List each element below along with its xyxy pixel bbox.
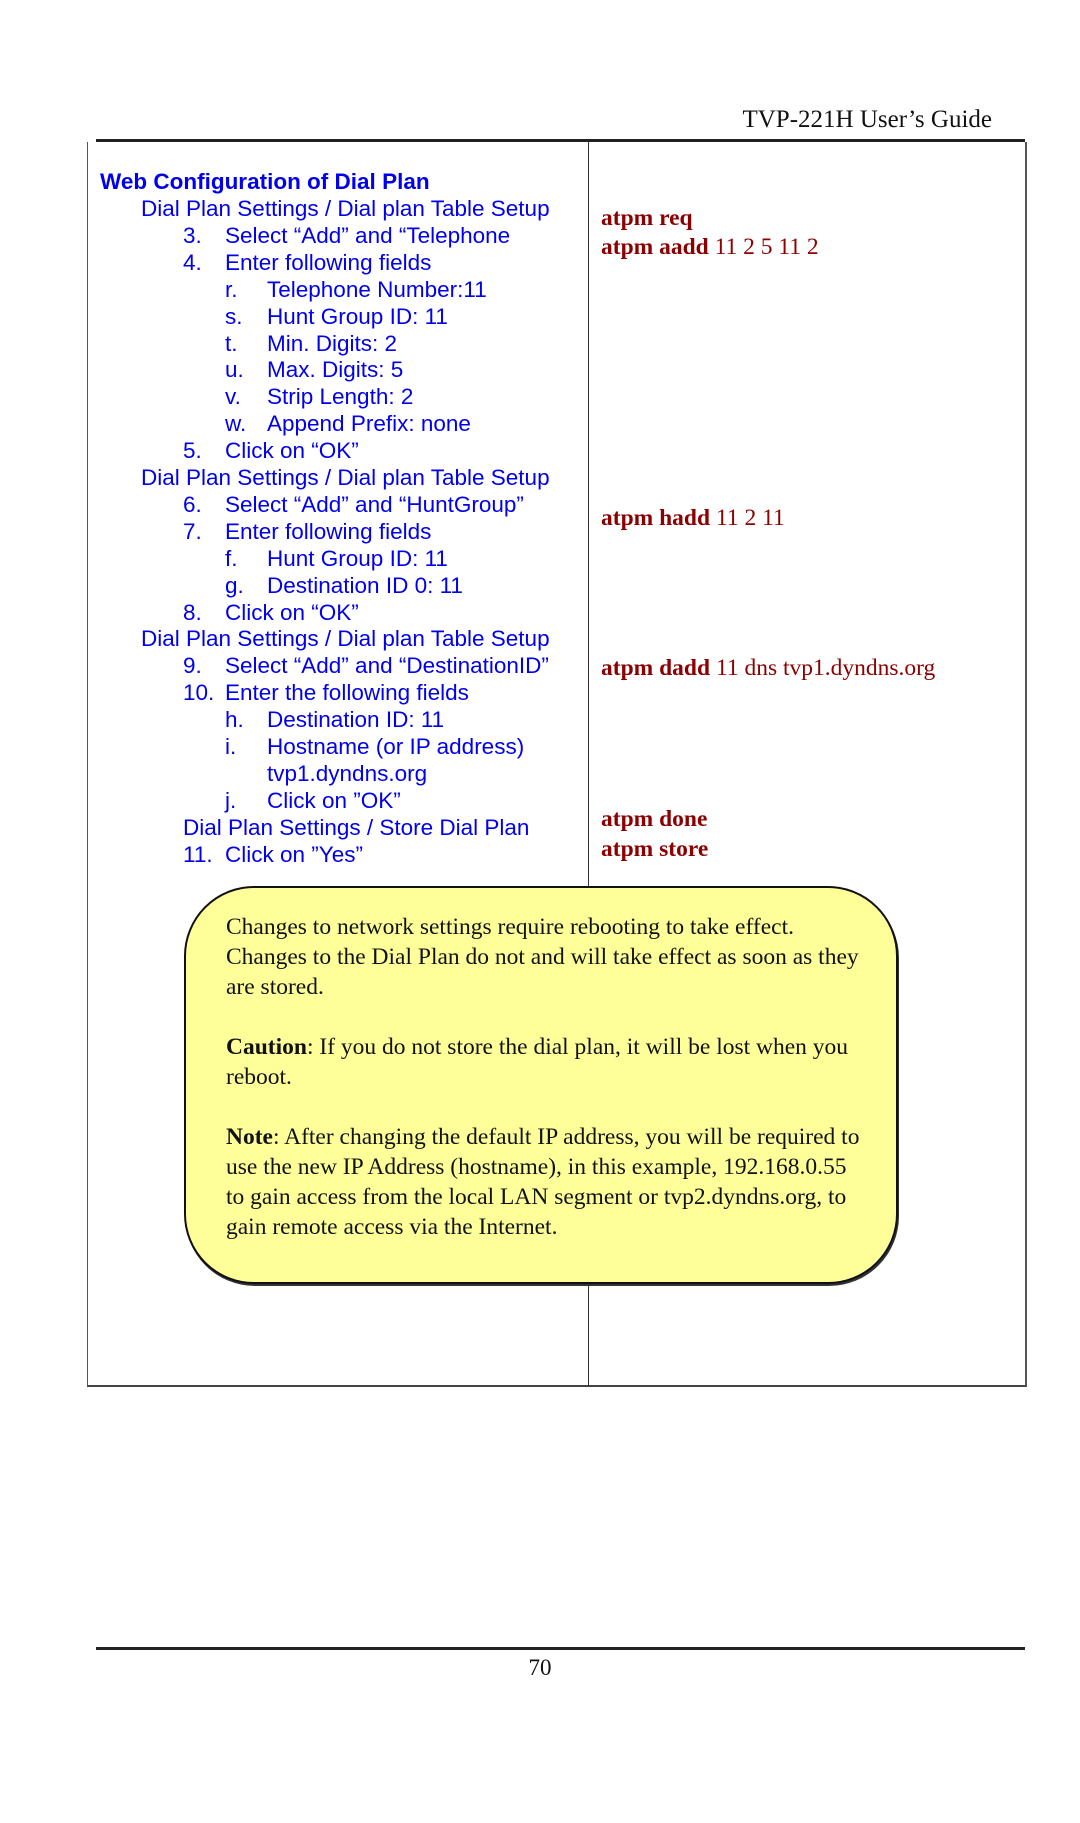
caution-paragraph: Caution: If you do not store the dial pl… — [226, 1032, 866, 1092]
caution-label: Caution — [226, 1034, 307, 1060]
command-name: atpm store — [601, 836, 709, 862]
menu-path: Dial Plan Settings / Dial plan Table Set… — [141, 464, 550, 491]
list-marker: j. — [225, 787, 237, 813]
command-line: atpm store — [601, 835, 708, 863]
line-text: Click on “OK” — [225, 599, 359, 625]
list-marker: u. — [225, 357, 244, 383]
line-text: Dial Plan Settings / Dial plan Table Set… — [141, 196, 550, 221]
list-marker: i. — [225, 734, 237, 759]
field-item: tvp1.dyndns.org — [225, 760, 427, 787]
callout-paragraph: Changes to network settings require rebo… — [226, 914, 859, 1000]
line-text: Enter following fields — [225, 518, 432, 544]
step-item: 6. Select “Add” and “HuntGroup” — [183, 491, 524, 518]
menu-path: Dial Plan Settings / Store Dial Plan — [183, 814, 529, 841]
line-text: Dial Plan Settings / Dial plan Table Set… — [141, 626, 550, 652]
field-item: v. Strip Length: 2 — [225, 383, 413, 410]
command-line: atpm dadd 11 dns tvp1.dyndns.org — [601, 654, 935, 682]
line-text: Click on “OK” — [225, 438, 359, 464]
field-item: r. Telephone Number:11 — [225, 276, 487, 303]
line-text: Enter following fields — [225, 249, 432, 275]
note-text: : After changing the default IP address,… — [226, 1124, 860, 1240]
line-text: Max. Digits: 5 — [267, 357, 404, 383]
list-marker: s. — [225, 303, 243, 329]
line-text: Hostname (or IP address) — [267, 734, 525, 759]
step-item: 7. Enter following fields — [183, 518, 431, 545]
command-line: atpm req — [601, 204, 693, 232]
list-marker: 10. — [183, 680, 215, 706]
list-marker: v. — [225, 384, 241, 410]
field-item: f. Hunt Group ID: 11 — [225, 545, 448, 572]
list-marker: t. — [225, 330, 238, 356]
command-line: atpm done — [601, 805, 707, 833]
line-text: Select “Add” and “HuntGroup” — [225, 491, 524, 517]
note-label: Note — [226, 1124, 273, 1150]
list-marker: 4. — [183, 249, 202, 275]
line-text: Hunt Group ID: 11 — [267, 545, 448, 571]
line-text: Select “Add” and “DestinationID” — [225, 653, 549, 679]
menu-path: Dial Plan Settings / Dial plan Table Set… — [141, 195, 550, 222]
line-text: Click on ”OK” — [267, 787, 401, 813]
field-item: g. Destination ID 0: 11 — [225, 572, 463, 599]
field-item: w. Append Prefix: none — [225, 410, 471, 437]
line-text: Select “Add” and “Telephone — [225, 222, 511, 248]
page-number: 70 — [528, 1655, 552, 1680]
menu-path: Dial Plan Settings / Dial plan Table Set… — [141, 625, 550, 652]
command-name: atpm hadd — [601, 505, 711, 531]
document-header-title: TVP-221H User’s Guide — [742, 106, 992, 133]
line-text: Telephone Number:11 — [267, 276, 487, 302]
list-marker: 7. — [183, 518, 202, 544]
line-text: Hunt Group ID: 11 — [267, 303, 448, 329]
list-marker: h. — [225, 707, 244, 733]
line-text: Destination ID 0: 11 — [267, 572, 463, 598]
note-paragraph: Note: After changing the default IP addr… — [226, 1122, 866, 1242]
field-item: u. Max. Digits: 5 — [225, 356, 403, 383]
list-marker: f. — [225, 545, 238, 571]
list-marker: 11. — [183, 841, 213, 867]
field-item: j. Click on ”OK” — [225, 787, 401, 814]
field-item: t. Min. Digits: 2 — [225, 330, 397, 357]
command-name: atpm req — [601, 205, 693, 231]
line-text: Append Prefix: none — [267, 411, 471, 437]
line-text: tvp1.dyndns.org — [267, 760, 428, 786]
caution-text: : If you do not store the dial plan, it … — [226, 1034, 849, 1090]
command-line: atpm hadd 11 2 11 — [601, 504, 785, 532]
list-marker: 3. — [183, 222, 202, 248]
line-text: Enter the following fields — [225, 680, 469, 706]
line-text: Dial Plan Settings / Store Dial Plan — [183, 814, 530, 840]
list-marker: 8. — [183, 599, 202, 625]
step-item: 3. Select “Add” and “Telephone — [183, 222, 510, 249]
list-marker: 5. — [183, 438, 202, 464]
step-item: 9. Select “Add” and “DestinationID” — [183, 652, 549, 679]
command-name: atpm done — [601, 806, 708, 832]
field-item: s. Hunt Group ID: 11 — [225, 303, 448, 330]
line-text: Destination ID: 11 — [267, 707, 445, 733]
list-marker: w. — [225, 411, 247, 437]
step-item: 8. Click on “OK” — [183, 599, 359, 626]
line-text: Click on ”Yes” — [225, 841, 363, 867]
step-item: 11. Click on ”Yes” — [183, 841, 363, 868]
step-item: 5. Click on “OK” — [183, 437, 359, 464]
command-args: 11 2 5 11 2 — [708, 234, 819, 260]
footer-rule — [96, 1647, 1025, 1650]
list-marker: r. — [225, 276, 238, 302]
field-item: i. Hostname (or IP address) — [225, 733, 524, 760]
section-heading: Web Configuration of Dial Plan — [100, 169, 430, 194]
line-text: Min. Digits: 2 — [267, 330, 398, 356]
step-item: 4. Enter following fields — [183, 249, 431, 276]
list-marker: 9. — [183, 653, 202, 679]
command-name: atpm aadd — [601, 234, 709, 260]
line-text: Strip Length: 2 — [267, 384, 414, 410]
list-marker: g. — [225, 572, 244, 598]
command-args: 11 dns tvp1.dyndns.org — [710, 655, 936, 681]
command-args: 11 2 11 — [710, 505, 785, 531]
line-text: Dial Plan Settings / Dial plan Table Set… — [141, 465, 550, 490]
list-marker: 6. — [183, 491, 202, 517]
note-callout: Changes to network settings require rebo… — [184, 886, 898, 1284]
command-name: atpm dadd — [601, 655, 711, 681]
command-line: atpm aadd 11 2 5 11 2 — [601, 233, 819, 261]
step-item: 10. Enter the following fields — [183, 679, 469, 706]
field-item: h. Destination ID: 11 — [225, 706, 444, 733]
